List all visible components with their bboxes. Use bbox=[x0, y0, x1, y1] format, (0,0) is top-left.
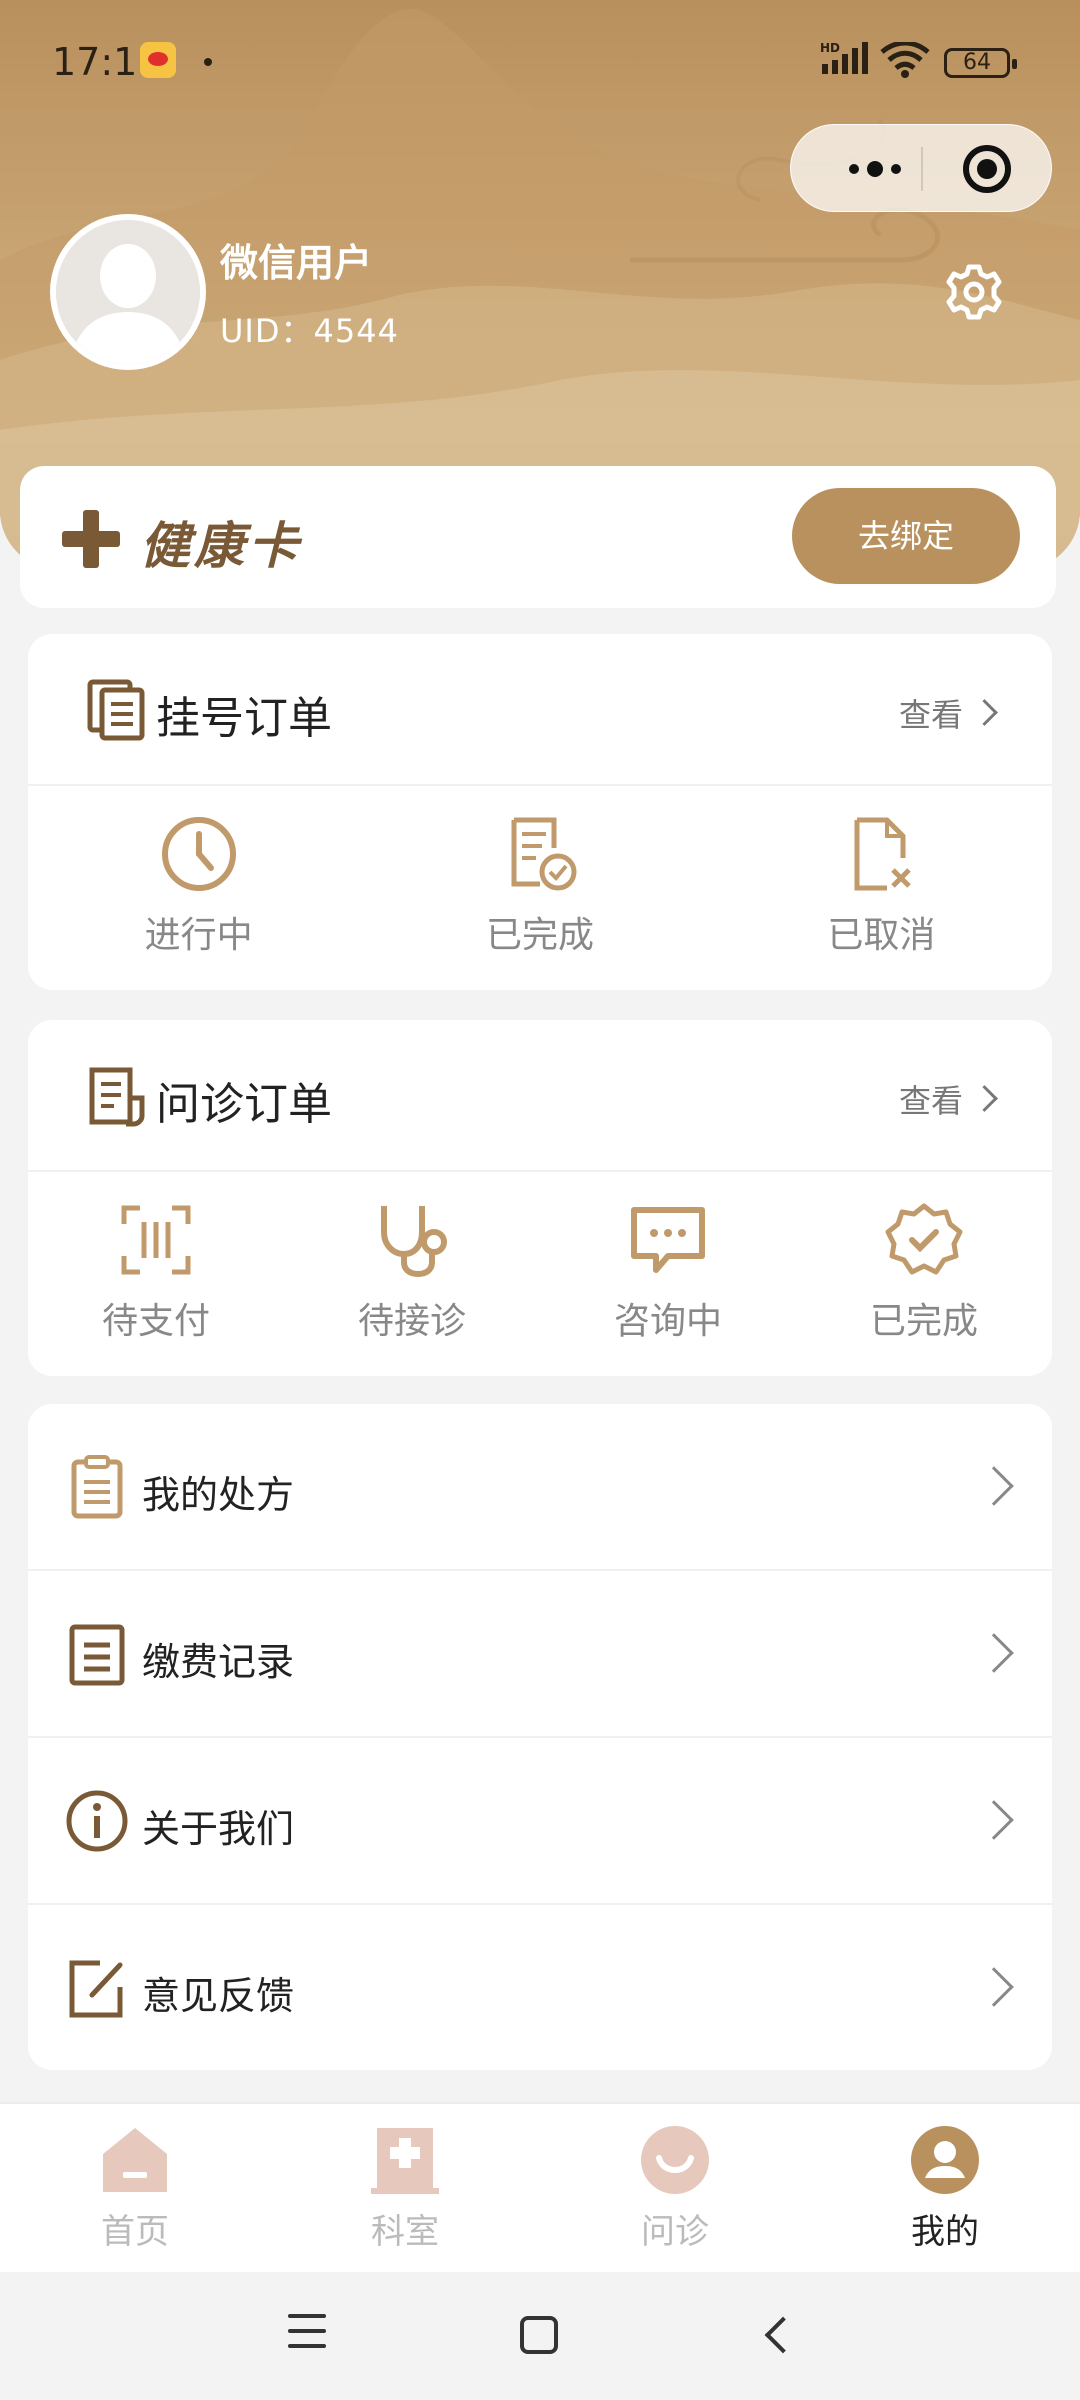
wifi-icon bbox=[880, 42, 930, 78]
registration-orders-card: 挂号订单 查看 进行中 已完成 已取消 bbox=[28, 634, 1052, 990]
user-icon bbox=[911, 2126, 979, 2194]
clipboard-icon bbox=[71, 1455, 123, 1519]
status-label: 待接诊 bbox=[357, 1301, 466, 1342]
menu-item-prescriptions[interactable]: 我的处方 bbox=[28, 1404, 1052, 1571]
more-options-icon[interactable] bbox=[827, 125, 923, 213]
signal-icon: HD bbox=[820, 41, 868, 74]
weibo-notification-icon bbox=[140, 42, 176, 78]
consult-status-pending-payment[interactable]: 待支付 bbox=[28, 1172, 284, 1344]
bottom-tab-bar: 首页 科室 问诊 我的 bbox=[0, 2102, 1080, 2272]
back-button-icon[interactable] bbox=[764, 2316, 802, 2354]
status-label: 已取消 bbox=[827, 915, 936, 956]
medical-cross-icon bbox=[62, 510, 120, 568]
document-cancel-icon bbox=[854, 817, 912, 891]
receipt-icon bbox=[69, 1624, 125, 1686]
health-card-banner: 健康卡 去绑定 bbox=[20, 466, 1056, 608]
stethoscope-icon bbox=[381, 1206, 447, 1278]
menu-item-feedback[interactable]: 意见反馈 bbox=[28, 1905, 1052, 2072]
document-check-icon bbox=[511, 817, 577, 891]
health-card-title: 健康卡 bbox=[140, 517, 302, 575]
home-icon bbox=[103, 2128, 167, 2192]
edit-icon bbox=[69, 1960, 123, 2018]
tab-home[interactable]: 首页 bbox=[0, 2104, 270, 2272]
info-icon bbox=[66, 1790, 128, 1852]
chevron-right-icon bbox=[974, 1633, 1014, 1673]
close-miniprogram-icon[interactable] bbox=[963, 145, 1011, 193]
consult-status-completed[interactable]: 已完成 bbox=[796, 1172, 1052, 1344]
system-navigation-bar bbox=[0, 2272, 1080, 2400]
user-name: 微信用户 bbox=[220, 241, 373, 285]
svg-text:HD: HD bbox=[820, 41, 840, 55]
tab-consult[interactable]: 问诊 bbox=[540, 2104, 810, 2272]
chevron-right-icon bbox=[974, 1967, 1014, 2007]
bind-card-button[interactable]: 去绑定 bbox=[792, 488, 1020, 584]
settings-gear-icon[interactable] bbox=[944, 262, 1004, 322]
menu-item-payment-records[interactable]: 缴费记录 bbox=[28, 1571, 1052, 1738]
tab-label: 科室 bbox=[371, 2212, 439, 2252]
capsule-divider bbox=[921, 147, 923, 191]
tab-mine[interactable]: 我的 bbox=[810, 2104, 1080, 2272]
scan-pay-icon bbox=[121, 1205, 191, 1275]
status-label: 咨询中 bbox=[613, 1301, 722, 1342]
consult-status-awaiting[interactable]: 待接诊 bbox=[284, 1172, 540, 1344]
menu-item-about-us[interactable]: 关于我们 bbox=[28, 1738, 1052, 1905]
tab-label: 首页 bbox=[101, 2212, 169, 2252]
menu-label: 缴费记录 bbox=[142, 1640, 295, 1684]
chevron-right-icon bbox=[974, 1800, 1014, 1840]
documents-icon bbox=[87, 679, 145, 741]
status-label: 已完成 bbox=[485, 915, 594, 956]
registration-orders-title: 挂号订单 bbox=[156, 693, 332, 744]
avatar[interactable] bbox=[50, 214, 206, 370]
consult-view-all-link[interactable]: 查看 bbox=[899, 1076, 994, 1122]
tab-label: 我的 bbox=[911, 2212, 979, 2252]
document-list-icon bbox=[89, 1067, 145, 1127]
miniprogram-capsule bbox=[790, 124, 1052, 212]
registration-status-completed[interactable]: 已完成 bbox=[369, 786, 710, 958]
chat-icon bbox=[631, 1207, 705, 1273]
menu-list: 我的处方 缴费记录 关于我们 意见反馈 bbox=[28, 1404, 1052, 2070]
default-avatar-icon bbox=[56, 220, 200, 364]
consult-orders-header: 问诊订单 查看 bbox=[28, 1020, 1052, 1172]
recent-apps-icon[interactable] bbox=[288, 2314, 326, 2359]
home-button-icon[interactable] bbox=[520, 2316, 558, 2354]
user-uid: UID：4544 bbox=[220, 312, 399, 350]
status-label: 已完成 bbox=[869, 1301, 978, 1342]
verified-badge-icon bbox=[885, 1203, 963, 1275]
status-label: 待支付 bbox=[101, 1301, 210, 1342]
menu-label: 关于我们 bbox=[142, 1807, 295, 1851]
tab-label: 问诊 bbox=[641, 2212, 709, 2252]
menu-label: 意见反馈 bbox=[142, 1974, 295, 2018]
registration-status-in-progress[interactable]: 进行中 bbox=[28, 786, 369, 958]
status-bar: 17:11 HD 64 bbox=[0, 0, 1080, 120]
hospital-icon bbox=[371, 2128, 439, 2194]
consult-orders-title: 问诊订单 bbox=[156, 1079, 332, 1130]
status-label: 进行中 bbox=[144, 915, 253, 956]
chevron-right-icon bbox=[974, 1466, 1014, 1506]
clock-icon bbox=[161, 817, 236, 891]
registration-status-cancelled[interactable]: 已取消 bbox=[711, 786, 1052, 958]
consult-status-in-consultation[interactable]: 咨询中 bbox=[540, 1172, 796, 1344]
registration-orders-header: 挂号订单 查看 bbox=[28, 634, 1052, 786]
tab-departments[interactable]: 科室 bbox=[270, 2104, 540, 2272]
notification-dot-icon bbox=[204, 58, 212, 66]
consult-icon bbox=[641, 2126, 709, 2194]
battery-indicator: 64 bbox=[944, 48, 1017, 78]
registration-view-all-link[interactable]: 查看 bbox=[899, 690, 994, 736]
menu-label: 我的处方 bbox=[142, 1473, 295, 1517]
consult-orders-card: 问诊订单 查看 待支付 待接诊 咨询中 已完成 bbox=[28, 1020, 1052, 1376]
